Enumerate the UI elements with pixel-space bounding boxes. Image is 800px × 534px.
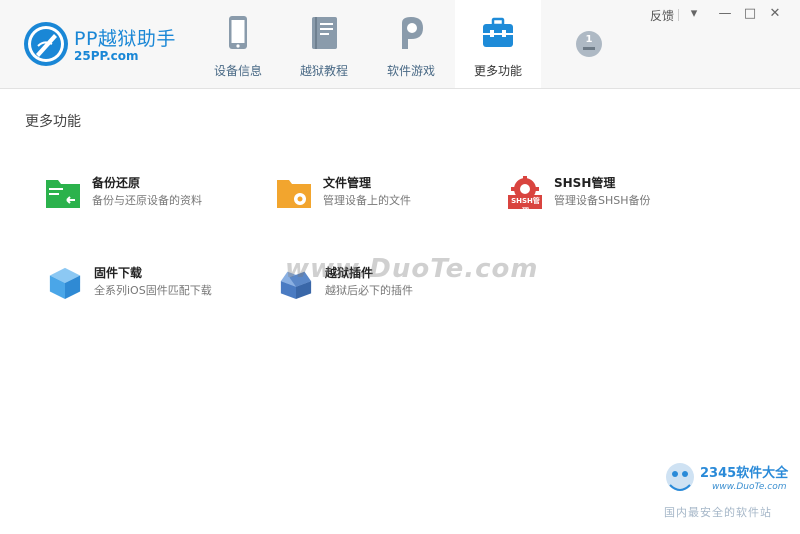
tab-label: 设备信息 xyxy=(213,64,262,78)
pp-logo-icon xyxy=(24,22,68,66)
feature-desc: 全系列iOS固件匹配下载 xyxy=(94,284,212,297)
corner-brand-url: www.DuoTe.com xyxy=(712,482,787,492)
feature-shsh-management[interactable]: SHSH管理 SHSH管理 管理设备SHSH备份 xyxy=(507,174,707,215)
watermark-text: www.DuoTe.com xyxy=(285,254,539,284)
corner-brand-slogan: 国内最安全的软件站 xyxy=(664,506,772,519)
menu-dropdown-button[interactable]: ▾ xyxy=(684,4,704,24)
feature-name: 备份还原 xyxy=(92,176,141,190)
corner-brand-name: 2345软件大全 xyxy=(700,466,789,481)
shsh-icon-text: SHSH管理 xyxy=(511,197,540,215)
feature-backup-restore[interactable]: 备份还原 备份与还原设备的资料 xyxy=(45,174,245,214)
tab-label: 软件游戏 xyxy=(386,64,435,78)
maximize-button[interactable]: □ xyxy=(740,4,760,24)
feature-name: SHSH管理 xyxy=(554,176,616,190)
maximize-icon: □ xyxy=(743,6,757,21)
feature-desc: 管理设备上的文件 xyxy=(323,194,411,207)
toolbox-icon xyxy=(483,17,513,47)
feature-firmware-download[interactable]: 固件下载 全系列iOS固件匹配下载 xyxy=(47,264,247,304)
file-folder-icon xyxy=(277,180,311,208)
tab-device-info[interactable]: 设备信息 xyxy=(195,0,281,88)
firmware-cube-icon xyxy=(49,267,81,300)
tab-more-features[interactable]: 更多功能 xyxy=(455,0,541,88)
feature-desc: 越狱后必下的插件 xyxy=(325,284,413,297)
divider xyxy=(678,9,679,21)
app-site: 25PP.com xyxy=(74,49,139,63)
feature-file-management[interactable]: 文件管理 管理设备上的文件 xyxy=(276,174,476,214)
feature-desc: 备份与还原设备的资料 xyxy=(92,194,202,207)
backup-folder-icon xyxy=(46,180,80,208)
tab-jailbreak-tutorial[interactable]: 越狱教程 xyxy=(281,0,367,88)
feature-name: 固件下载 xyxy=(94,266,143,280)
tab-software-games[interactable]: 软件游戏 xyxy=(368,0,454,88)
feature-desc: 管理设备SHSH备份 xyxy=(554,194,651,207)
tab-label: 越狱教程 xyxy=(299,64,348,78)
book-icon xyxy=(312,17,337,49)
app-name: PP越狱助手 xyxy=(74,28,176,50)
close-button[interactable]: ✕ xyxy=(765,4,785,24)
device-count: 1 xyxy=(585,34,593,45)
phone-icon xyxy=(229,16,247,49)
feedback-link[interactable]: 反馈 xyxy=(650,7,674,24)
device-badge[interactable]: 1 xyxy=(575,30,603,58)
tab-label: 更多功能 xyxy=(473,64,522,78)
minimize-icon: — xyxy=(718,6,732,21)
close-icon: ✕ xyxy=(769,6,781,21)
top-bar: PP越狱助手 25PP.com 设备信息 越狱教程 软件游戏 更多功能 1 反馈… xyxy=(0,0,800,89)
minimize-button[interactable]: — xyxy=(715,4,735,24)
pp-store-icon xyxy=(402,17,423,49)
feature-name: 文件管理 xyxy=(323,176,372,190)
page-title: 更多功能 xyxy=(25,114,81,130)
chevron-down-icon: ▾ xyxy=(690,6,698,21)
